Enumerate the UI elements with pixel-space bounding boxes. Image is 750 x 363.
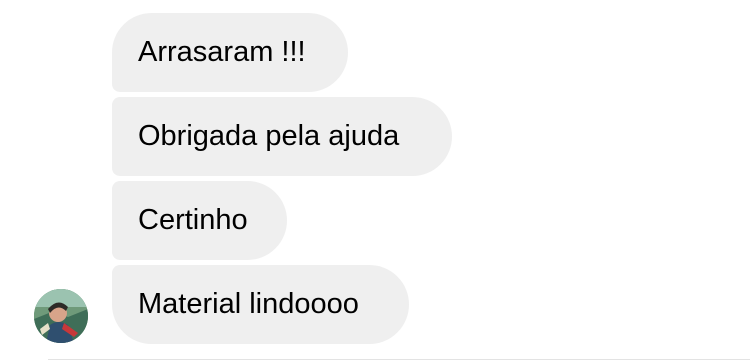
- divider: [48, 359, 750, 360]
- profile-photo-icon: [34, 289, 88, 343]
- message-bubble[interactable]: Arrasaram !!!: [112, 13, 348, 92]
- message-bubble[interactable]: Certinho: [112, 181, 287, 260]
- message-text: Material lindoooo: [138, 288, 359, 320]
- message-thread: Arrasaram !!! Obrigada pela ajuda Certin…: [0, 0, 750, 363]
- message-bubble[interactable]: Material lindoooo: [112, 265, 409, 344]
- message-text: Arrasaram !!!: [138, 36, 306, 68]
- message-text: Certinho: [138, 204, 248, 236]
- message-bubble[interactable]: Obrigada pela ajuda: [112, 97, 452, 176]
- avatar[interactable]: [34, 289, 88, 343]
- message-text: Obrigada pela ajuda: [138, 120, 400, 152]
